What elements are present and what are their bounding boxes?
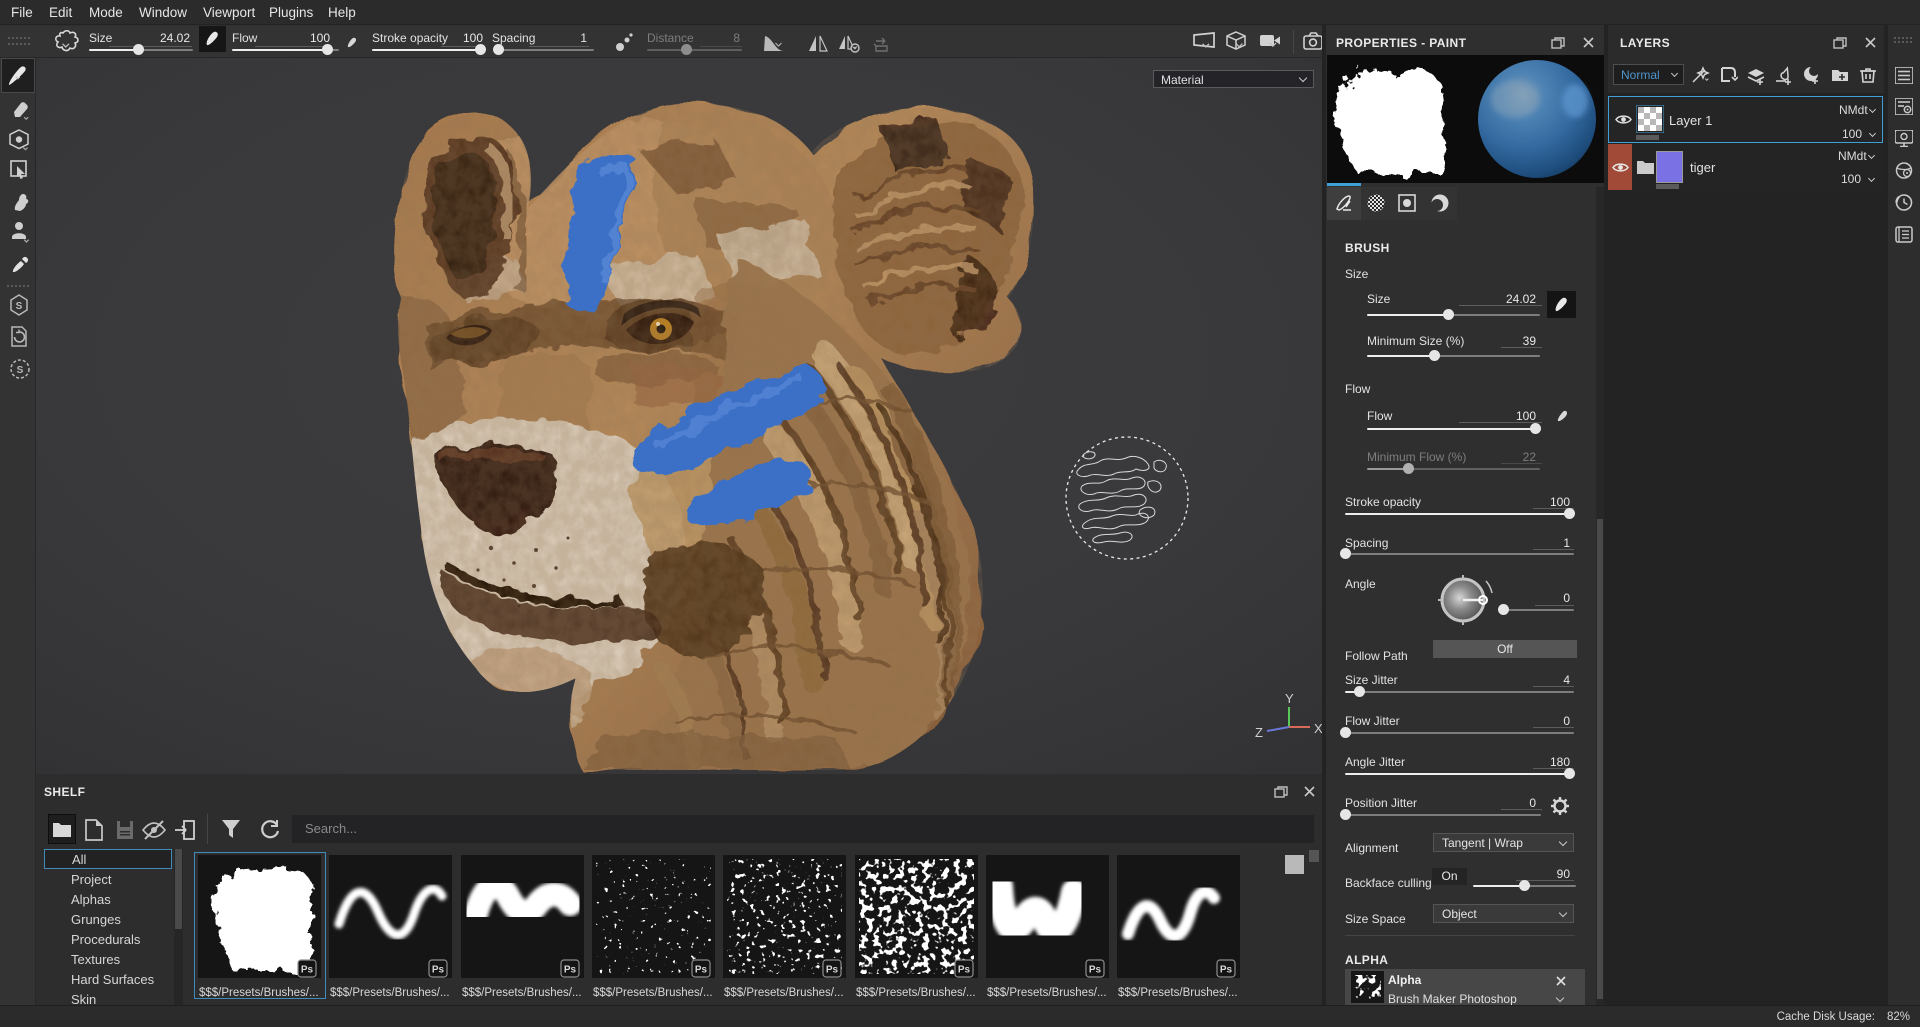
svg-text:Y: Y [1285,691,1294,706]
svg-text:S: S [16,301,23,312]
svg-text:Z: Z [1255,725,1263,740]
svg-text:X: X [1314,721,1322,736]
svg-text:S: S [17,365,24,376]
